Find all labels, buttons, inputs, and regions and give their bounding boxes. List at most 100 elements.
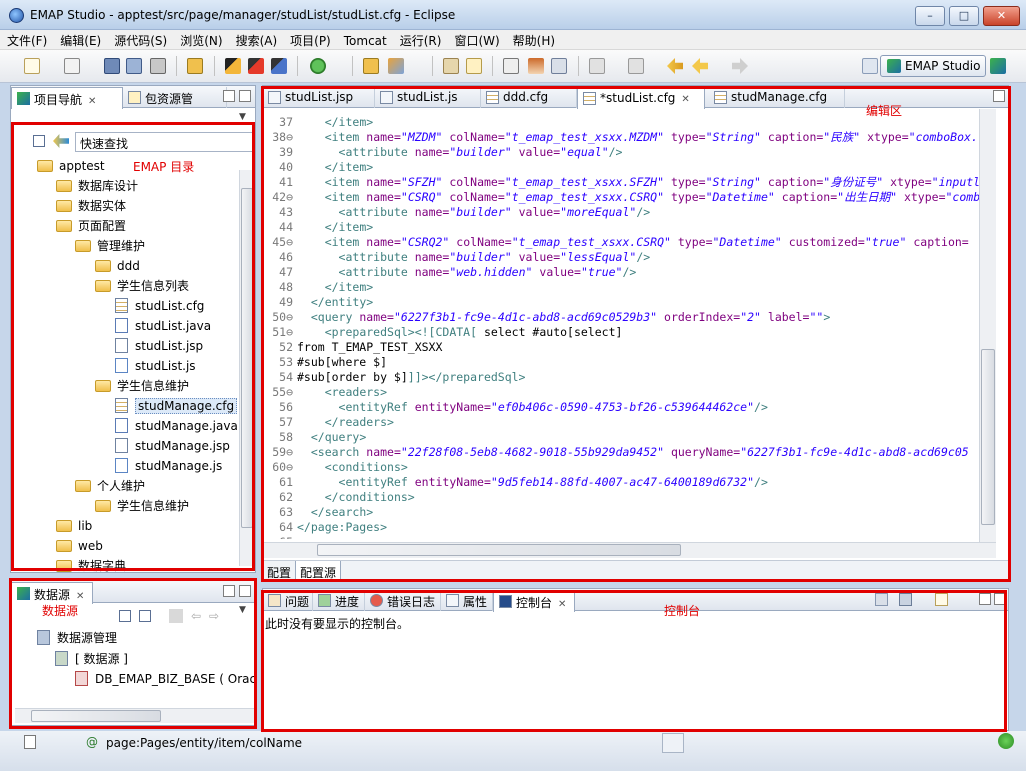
- tab-studlist-js[interactable]: studList.js: [375, 87, 481, 108]
- code-line[interactable]: 43 <attribute name="builder" value="more…: [263, 205, 650, 220]
- tree-folder[interactable]: 学生信息列表: [95, 276, 189, 296]
- forward-icon[interactable]: ⇨: [209, 609, 219, 623]
- code-line[interactable]: 45⊖ <item name="CSRQ2" colName="t_emap_t…: [263, 235, 969, 250]
- tree-folder[interactable]: 管理维护: [75, 236, 145, 256]
- link-with-editor-icon[interactable]: [53, 134, 69, 148]
- open-perspective-icon[interactable]: [862, 58, 878, 74]
- tree-folder[interactable]: 数据库设计: [56, 176, 138, 196]
- code-line[interactable]: 39 <attribute name="builder" value="equa…: [263, 145, 622, 160]
- code-line[interactable]: 38⊖ <item name="MZDM" colName="t_emap_te…: [263, 130, 978, 145]
- code-line[interactable]: 42⊖ <item name="CSRQ" colName="t_emap_te…: [263, 190, 980, 205]
- expand-icon[interactable]: [139, 610, 151, 622]
- code-line[interactable]: 51⊖ <preparedSql><![CDATA[ select #auto[…: [263, 325, 622, 340]
- datasource-tree-item[interactable]: DB_EMAP_BIZ_BASE ( Orac: [75, 669, 256, 689]
- code-line[interactable]: 59⊖ <search name="22f28f08-5eb8-4682-901…: [263, 445, 968, 460]
- close-icon[interactable]: ✕: [76, 591, 84, 602]
- tree-folder[interactable]: apptest: [37, 156, 105, 176]
- menu-project[interactable]: 项目(P): [283, 30, 337, 49]
- wand-icon[interactable]: [388, 58, 404, 74]
- menu-file[interactable]: 文件(F): [0, 30, 53, 49]
- tree-file[interactable]: studList.js: [115, 356, 196, 376]
- tree-folder[interactable]: 个人维护: [75, 476, 145, 496]
- minimize-view-icon[interactable]: [223, 90, 235, 102]
- code-line[interactable]: 54 #sub[order by $]]]></preparedSql>: [263, 370, 525, 385]
- close-button[interactable]: ✕: [983, 6, 1020, 26]
- view-menu-icon[interactable]: ▼: [239, 112, 246, 122]
- tree-folder[interactable]: ddd: [95, 256, 140, 276]
- editor-v-scrollbar[interactable]: [979, 109, 996, 543]
- tab-properties[interactable]: 属性: [441, 590, 493, 611]
- tree-folder[interactable]: lib: [56, 516, 92, 536]
- pin-console-icon[interactable]: [875, 593, 888, 606]
- tab-project-navigator[interactable]: 项目导航 ✕: [11, 87, 123, 109]
- datasource-tree-item[interactable]: [ 数据源 ]: [55, 649, 128, 669]
- last-edit-icon[interactable]: [667, 58, 683, 74]
- scrollbar-thumb[interactable]: [981, 349, 995, 525]
- forward-icon[interactable]: [732, 58, 748, 74]
- close-icon[interactable]: ✕: [558, 599, 566, 610]
- code-line[interactable]: 62 </conditions>: [263, 490, 415, 505]
- menu-help[interactable]: 帮助(H): [506, 30, 561, 49]
- menu-run[interactable]: 运行(R): [393, 30, 448, 49]
- minimize-view-icon[interactable]: [979, 593, 991, 605]
- save-icon[interactable]: [104, 58, 120, 74]
- code-editor[interactable]: 37 </item> 38⊖ <item name="MZDM" colName=…: [263, 109, 981, 539]
- deploy-icon[interactable]: [225, 58, 241, 74]
- datasource-h-scrollbar[interactable]: [15, 708, 255, 723]
- menu-edit[interactable]: 编辑(E): [53, 30, 107, 49]
- undeploy-icon[interactable]: [248, 58, 264, 74]
- toolbox-icon[interactable]: [187, 58, 203, 74]
- tree-folder[interactable]: web: [56, 536, 103, 556]
- editor-h-scrollbar[interactable]: [263, 542, 996, 558]
- tab-studlist-cfg[interactable]: *studList.cfg ✕: [577, 87, 705, 109]
- code-line[interactable]: 60⊖ <conditions>: [263, 460, 408, 475]
- tree-file[interactable]: studManage.js: [115, 456, 222, 476]
- code-line[interactable]: 41 <item name="SFZH" colName="t_emap_tes…: [263, 175, 980, 190]
- code-line[interactable]: 52 from T_EMAP_TEST_XSXX: [263, 340, 442, 355]
- maximize-view-icon[interactable]: [239, 90, 251, 102]
- code-line[interactable]: 46 <attribute name="builder" value="less…: [263, 250, 650, 265]
- code-line[interactable]: 37 </item>: [263, 115, 373, 130]
- minimize-button[interactable]: –: [915, 6, 945, 26]
- tab-package-explorer[interactable]: 包资源管: [123, 87, 227, 108]
- tree-folder[interactable]: 数据实体: [56, 196, 126, 216]
- datasource-tree-item[interactable]: 数据源管理: [37, 628, 117, 648]
- close-icon[interactable]: ✕: [88, 96, 96, 107]
- tab-progress[interactable]: 进度: [313, 590, 365, 611]
- menu-search[interactable]: 搜索(A): [229, 30, 284, 49]
- code-line[interactable]: 50⊖ <query name="6227f3b1-fc9e-4d1c-abd8…: [263, 310, 830, 325]
- tree-file[interactable]: studList.cfg: [115, 296, 204, 316]
- code-line[interactable]: 56 <entityRef entityName="ef0b406c-0590-…: [263, 400, 768, 415]
- fast-view-icon[interactable]: [24, 735, 36, 749]
- new-icon[interactable]: [24, 58, 40, 74]
- code-line[interactable]: 55⊖ <readers>: [263, 385, 387, 400]
- scrollbar-thumb[interactable]: [241, 188, 253, 528]
- tree-file[interactable]: studManage.jsp: [115, 436, 230, 456]
- perspective-emap-studio[interactable]: EMAP Studio: [880, 55, 986, 77]
- menu-tomcat[interactable]: Tomcat: [337, 32, 393, 48]
- code-line[interactable]: 49 </entity>: [263, 295, 373, 310]
- tree-file[interactable]: studList.jsp: [115, 336, 203, 356]
- progress-status-icon[interactable]: [662, 733, 684, 753]
- tree-folder[interactable]: 学生信息维护: [95, 376, 189, 396]
- new-file-icon[interactable]: [64, 58, 80, 74]
- back-icon[interactable]: ⇦: [191, 609, 201, 623]
- code-line[interactable]: 61 <entityRef entityName="9d5feb14-88fd-…: [263, 475, 768, 490]
- code-line[interactable]: 40 </item>: [263, 160, 373, 175]
- java-perspective-icon[interactable]: [990, 58, 1006, 74]
- code-line[interactable]: 65: [263, 535, 297, 539]
- quick-find-input[interactable]: 快速查找: [75, 132, 253, 152]
- save-all-icon[interactable]: [126, 58, 142, 74]
- tab-config-source[interactable]: 配置源: [295, 561, 342, 581]
- tab-problems[interactable]: 问题: [263, 590, 313, 611]
- code-line[interactable]: 53 #sub[where $]: [263, 355, 387, 370]
- run-icon[interactable]: [310, 58, 326, 74]
- tree-file[interactable]: studList.java: [115, 316, 211, 336]
- tree-file[interactable]: studManage.cfg: [115, 396, 238, 416]
- tab-studlist-jsp[interactable]: studList.jsp: [263, 87, 375, 108]
- code-line[interactable]: 63 </search>: [263, 505, 373, 520]
- navigator-scrollbar[interactable]: [239, 170, 254, 566]
- view-menu-icon[interactable]: ▼: [239, 605, 246, 615]
- next-annotation-icon[interactable]: [589, 58, 605, 74]
- close-icon[interactable]: ✕: [681, 94, 689, 105]
